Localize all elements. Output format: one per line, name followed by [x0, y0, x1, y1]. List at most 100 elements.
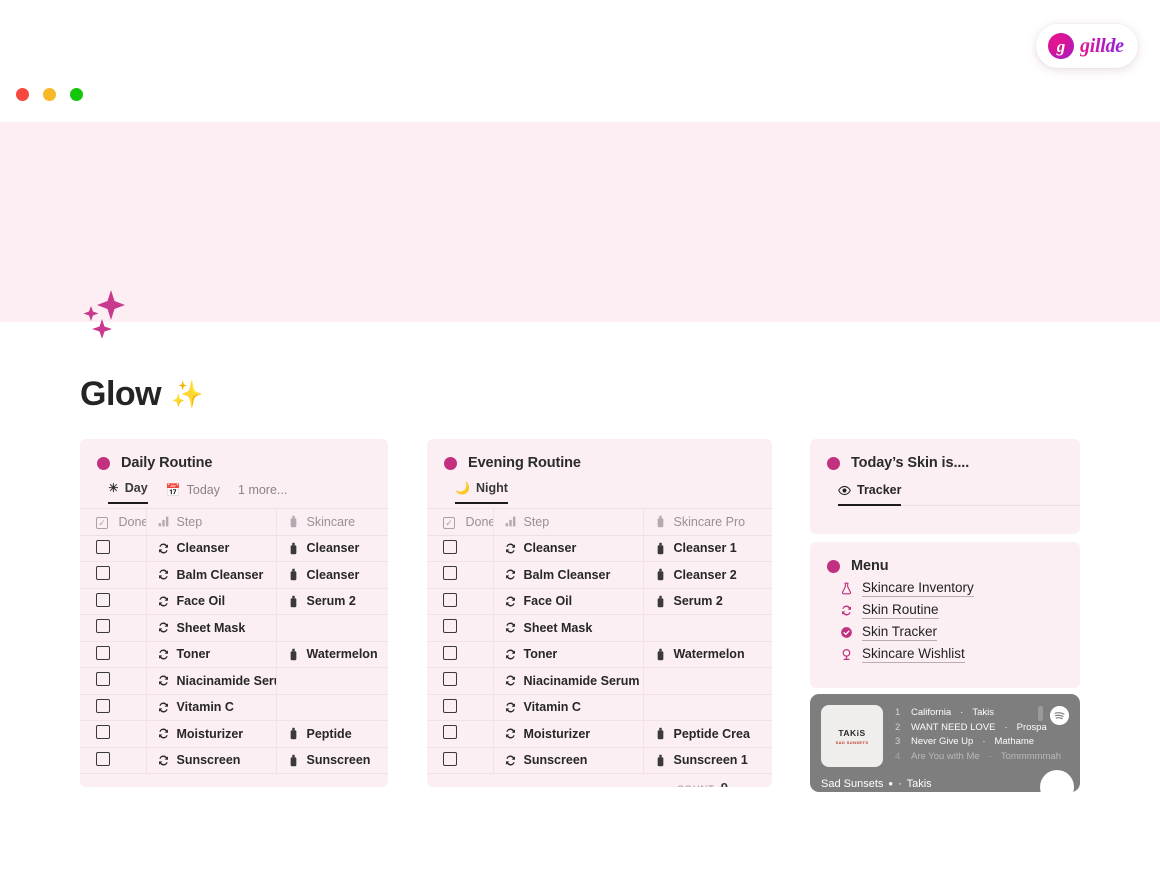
table-row[interactable]: Cleanser Cleanser	[80, 535, 388, 562]
table-row[interactable]: Sheet Mask	[427, 614, 772, 642]
track-sep: ·	[988, 750, 992, 762]
done-cell[interactable]	[427, 694, 493, 721]
done-cell[interactable]	[80, 535, 146, 562]
menu-item-skin-tracker[interactable]: Skin Tracker	[840, 624, 1080, 641]
track-sep: ·	[982, 736, 986, 747]
spotify-widget[interactable]: TAKiS SAD SUNSETS 1 California · Takis 2…	[810, 694, 1080, 792]
table-row[interactable]: Toner Watermelon	[427, 641, 772, 668]
table-row[interactable]: Vitamin C	[427, 694, 772, 721]
table-row[interactable]: Face Oil Serum 2	[427, 588, 772, 615]
done-checkbox[interactable]	[443, 751, 457, 766]
menu-item-skin-routine[interactable]: Skin Routine	[840, 602, 1080, 619]
list-item[interactable]: 1 California · Takis	[895, 707, 1070, 718]
done-cell[interactable]	[427, 641, 493, 668]
done-cell[interactable]	[427, 588, 493, 615]
done-cell[interactable]	[80, 588, 146, 615]
done-checkbox[interactable]	[96, 751, 110, 766]
done-checkbox[interactable]	[96, 566, 110, 581]
table-row[interactable]: Moisturizer Peptide Crea	[427, 720, 772, 748]
bottle-icon	[290, 728, 296, 740]
done-cell[interactable]	[427, 614, 493, 642]
table-row[interactable]: Moisturizer Peptide	[80, 720, 388, 748]
tracker-tab-underline	[901, 483, 1080, 506]
brand-mark-icon: g	[1048, 33, 1074, 59]
done-cell[interactable]	[80, 747, 146, 774]
table-row[interactable]: Cleanser Cleanser 1	[427, 535, 772, 562]
evening-routine-title: Evening Routine	[468, 455, 581, 471]
refresh-icon	[505, 675, 515, 686]
tab-more[interactable]: 1 more...	[238, 483, 287, 504]
minimize-window-button[interactable]	[43, 88, 56, 101]
product-cell: Cleanser 1	[642, 535, 772, 562]
bullet-icon	[97, 456, 110, 470]
table-row[interactable]: Niacinamide Serum	[427, 667, 772, 695]
done-checkbox[interactable]	[443, 725, 457, 740]
table-row[interactable]: Niacinamide Serum	[80, 667, 388, 695]
spotify-icon[interactable]	[1050, 706, 1069, 725]
menu-item-skincare-wishlist[interactable]: Skincare Wishlist	[840, 646, 1080, 663]
done-checkbox[interactable]	[443, 645, 457, 660]
list-item[interactable]: 2 WANT NEED LOVE · Prospa	[895, 722, 1070, 733]
done-cell[interactable]	[427, 720, 493, 748]
brand-logo[interactable]: g gillde	[1036, 24, 1138, 68]
evening-routine-header: Evening Routine	[427, 439, 772, 471]
menu-card: Menu Skincare Inventory Skin Routine Ski…	[810, 542, 1080, 688]
close-window-button[interactable]	[16, 88, 29, 101]
scrollbar[interactable]	[1038, 706, 1043, 721]
menu-item-skincare-inventory[interactable]: Skincare Inventory	[840, 580, 1080, 597]
done-cell[interactable]	[80, 641, 146, 668]
done-checkbox[interactable]	[96, 592, 110, 607]
maximize-window-button[interactable]	[70, 88, 83, 101]
tab-night[interactable]: 🌙 Night	[455, 481, 508, 504]
done-checkbox[interactable]	[96, 539, 110, 554]
done-checkbox[interactable]	[96, 619, 110, 634]
done-checkbox[interactable]	[443, 672, 457, 687]
table-row[interactable]: Sunscreen Sunscreen	[80, 747, 388, 774]
tab-tracker[interactable]: Tracker	[838, 483, 902, 506]
table-row[interactable]: Face Oil Serum 2	[80, 588, 388, 615]
done-checkbox[interactable]	[443, 539, 457, 554]
done-checkbox[interactable]	[96, 725, 110, 740]
product-cell	[642, 694, 772, 721]
done-checkbox[interactable]	[96, 645, 110, 660]
table-row[interactable]: Sunscreen Sunscreen 1	[427, 747, 772, 774]
table-row[interactable]: Balm Cleanser Cleanser	[80, 561, 388, 589]
step-cell: Moisturizer	[145, 720, 276, 748]
done-checkbox[interactable]	[443, 619, 457, 634]
done-checkbox[interactable]	[96, 698, 110, 713]
col-product: Skincare Pro	[642, 508, 772, 536]
bottle-icon	[290, 569, 296, 581]
table-row[interactable]: Toner Watermelon	[80, 641, 388, 668]
done-checkbox[interactable]	[443, 698, 457, 713]
list-item[interactable]: 3 Never Give Up · Mathame	[895, 736, 1070, 747]
done-cell[interactable]	[427, 667, 493, 695]
done-cell[interactable]	[80, 614, 146, 642]
step-label: Sunscreen	[176, 753, 241, 768]
play-button[interactable]	[1040, 770, 1074, 792]
done-checkbox[interactable]	[96, 672, 110, 687]
done-cell[interactable]	[427, 747, 493, 774]
now-playing-sep: ·	[897, 777, 902, 790]
menu-title: Menu	[851, 558, 889, 574]
done-cell[interactable]	[80, 694, 146, 721]
tab-today[interactable]: 📅 Today	[166, 483, 220, 504]
step-cell: Face Oil	[492, 588, 643, 615]
list-item[interactable]: 4 Are You with Me · Tommmmmah	[895, 751, 1070, 762]
done-checkbox[interactable]	[443, 592, 457, 607]
done-cell[interactable]	[427, 535, 493, 562]
product-cell: Peptide Crea	[642, 720, 772, 748]
done-cell[interactable]	[80, 667, 146, 695]
done-cell[interactable]	[427, 561, 493, 589]
tab-day[interactable]: ☀ Day	[108, 481, 148, 504]
done-cell[interactable]	[80, 720, 146, 748]
done-cell[interactable]	[80, 561, 146, 589]
table-row[interactable]: Sheet Mask	[80, 614, 388, 642]
check-circle-icon	[841, 627, 852, 638]
done-checkbox[interactable]	[443, 566, 457, 581]
table-row[interactable]: Vitamin C	[80, 694, 388, 721]
step-cell: Niacinamide Serum	[145, 667, 276, 695]
tab-today-label: Today	[186, 483, 221, 497]
track-title: California	[911, 707, 952, 718]
table-row[interactable]: Balm Cleanser Cleanser 2	[427, 561, 772, 589]
menu-item-label: Skincare Wishlist	[862, 646, 965, 663]
